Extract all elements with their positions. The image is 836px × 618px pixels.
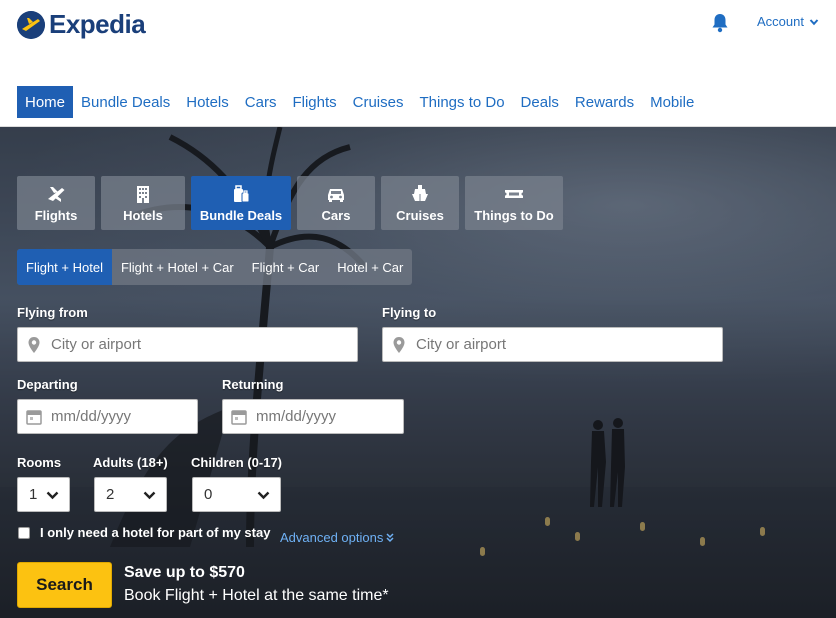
nav-item-home[interactable]: Home — [17, 86, 74, 118]
account-menu[interactable]: Account — [757, 14, 819, 29]
chevron-down-icon — [257, 491, 270, 499]
flying-from-label: Flying from — [17, 305, 88, 320]
tab-bundle-deals[interactable]: Bundle Deals — [191, 176, 291, 230]
tab-cruises-label: Cruises — [396, 207, 444, 223]
car-icon — [328, 188, 344, 202]
bundle-sub-tabs: Flight + Hotel Flight + Hotel + Car Flig… — [17, 249, 413, 285]
logo-text: Expedia — [49, 9, 146, 39]
departing-label: Departing — [17, 377, 78, 392]
nav-item-hotels[interactable]: Hotels — [178, 86, 237, 118]
search-hero: Flights Hotels Bundle Deals Cars Cruises… — [0, 127, 836, 618]
tab-flights-label: Flights — [34, 207, 78, 223]
returning-input[interactable] — [256, 408, 403, 425]
flying-to-field[interactable] — [382, 327, 723, 362]
subtab-flight-car[interactable]: Flight + Car — [243, 249, 329, 285]
chevron-down-icon — [46, 491, 59, 499]
nav-item-cars[interactable]: Cars — [237, 86, 285, 118]
site-header: Expedia Account Home Bundle Deals Hotels… — [0, 0, 836, 127]
nav-item-things-to-do[interactable]: Things to Do — [412, 86, 513, 118]
tab-cars[interactable]: Cars — [297, 176, 375, 230]
plane-icon — [48, 186, 65, 202]
ship-icon — [412, 184, 428, 201]
main-nav: Home Bundle Deals Hotels Cars Flights Cr… — [17, 86, 702, 118]
account-label: Account — [757, 14, 804, 29]
nav-item-deals[interactable]: Deals — [513, 86, 567, 118]
chevron-down-icon — [809, 18, 819, 25]
partial-stay-checkbox[interactable] — [18, 526, 30, 539]
globe-plane-icon — [17, 10, 45, 39]
calendar-icon — [26, 409, 42, 425]
hotel-building-icon — [137, 185, 149, 203]
product-tabs: Flights Hotels Bundle Deals Cars Cruises… — [17, 176, 563, 230]
notification-bell-icon[interactable] — [711, 13, 729, 33]
adults-label: Adults (18+) — [93, 455, 168, 470]
adults-select[interactable]: 2 — [94, 477, 167, 512]
location-pin-icon — [28, 336, 40, 353]
tab-hotels[interactable]: Hotels — [101, 176, 185, 230]
location-pin-icon — [393, 336, 405, 353]
chevron-down-icon — [143, 491, 156, 499]
flying-to-label: Flying to — [382, 305, 437, 320]
nav-item-rewards[interactable]: Rewards — [567, 86, 642, 118]
calendar-icon — [231, 409, 247, 425]
nav-item-mobile[interactable]: Mobile — [642, 86, 702, 118]
subtab-flight-hotel[interactable]: Flight + Hotel — [17, 249, 112, 285]
tab-hotels-label: Hotels — [123, 207, 163, 223]
rooms-value: 1 — [29, 486, 38, 503]
adults-value: 2 — [106, 486, 115, 503]
ticket-icon — [505, 189, 523, 198]
flying-to-input[interactable] — [416, 336, 722, 353]
promo-subtitle: Book Flight + Hotel at the same time* — [124, 587, 389, 604]
partial-stay-option[interactable]: I only need a hotel for part of my stay — [18, 525, 270, 540]
flying-from-field[interactable] — [17, 327, 358, 362]
advanced-options-link[interactable]: Advanced options — [280, 530, 394, 545]
returning-field[interactable] — [222, 399, 404, 434]
tab-cruises[interactable]: Cruises — [381, 176, 459, 230]
tab-bundle-deals-label: Bundle Deals — [199, 207, 283, 223]
tab-cars-label: Cars — [321, 207, 351, 223]
children-value: 0 — [204, 486, 213, 503]
double-chevron-down-icon — [386, 532, 394, 542]
search-button[interactable]: Search — [17, 562, 112, 608]
nav-item-cruises[interactable]: Cruises — [345, 86, 412, 118]
nav-item-flights[interactable]: Flights — [284, 86, 344, 118]
bundle-luggage-icon — [234, 184, 250, 202]
tab-things-to-do[interactable]: Things to Do — [465, 176, 563, 230]
children-select[interactable]: 0 — [192, 477, 281, 512]
promo-title: Save up to $570 — [124, 564, 245, 581]
departing-input[interactable] — [51, 408, 197, 425]
tab-flights[interactable]: Flights — [17, 176, 95, 230]
rooms-label: Rooms — [17, 455, 62, 470]
flying-from-input[interactable] — [51, 336, 357, 353]
expedia-logo[interactable]: Expedia — [17, 9, 146, 40]
rooms-select[interactable]: 1 — [17, 477, 70, 512]
subtab-hotel-car[interactable]: Hotel + Car — [328, 249, 412, 285]
departing-field[interactable] — [17, 399, 198, 434]
subtab-flight-hotel-car[interactable]: Flight + Hotel + Car — [112, 249, 243, 285]
tab-things-to-do-label: Things to Do — [474, 207, 554, 223]
returning-label: Returning — [222, 377, 284, 392]
partial-stay-label: I only need a hotel for part of my stay — [40, 525, 271, 540]
nav-item-bundle-deals[interactable]: Bundle Deals — [73, 86, 178, 118]
children-label: Children (0-17) — [191, 455, 283, 470]
advanced-options-label: Advanced options — [280, 530, 384, 545]
